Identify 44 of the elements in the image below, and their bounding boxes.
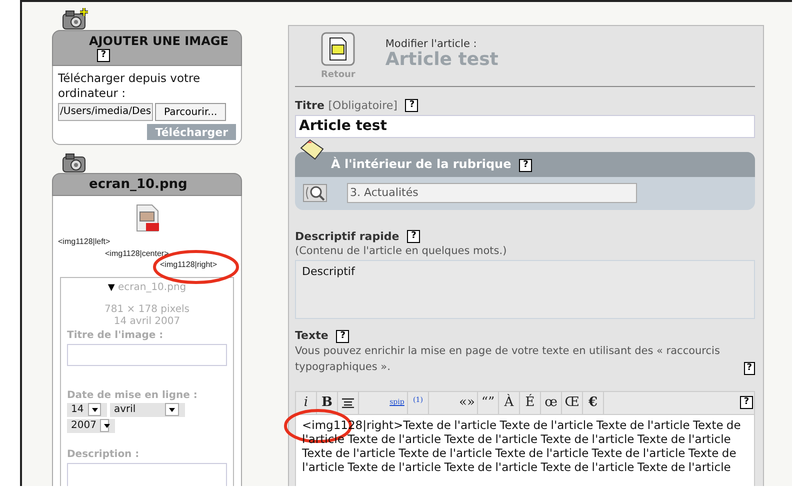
field-label: Descriptif rapide <box>295 230 400 243</box>
field-hint: Vous pouvez enrichir la mise en page de votre texte en utilisant des « raccourcis typographiques ». <box>295 344 721 375</box>
help-icon[interactable]: ? <box>744 362 755 375</box>
summary-field[interactable]: Descriptif <box>295 260 755 320</box>
toggle-arrow[interactable]: ▼ <box>108 282 115 293</box>
image-date: 14 avril 2007 <box>112 316 182 328</box>
help-icon[interactable]: ? <box>740 396 753 410</box>
format-button[interactable]: «» <box>457 392 478 414</box>
file-field[interactable]: /Users/imedia/Desl <box>58 103 153 122</box>
help-icon[interactable]: ? <box>336 330 350 343</box>
title-field[interactable]: Article test <box>295 115 755 138</box>
help-icon[interactable]: ? <box>519 158 532 172</box>
image-tag[interactable]: <img1128|right> <box>58 259 236 271</box>
folder-icon <box>299 139 325 162</box>
day-select[interactable]: 14 <box>67 402 107 417</box>
field-label: Titre de l'image : <box>67 330 164 341</box>
field-label: Titre [Obligatoire] <box>295 99 398 112</box>
help-icon[interactable]: ? <box>405 99 418 112</box>
section-title: À l'intérieur de la rubrique <box>331 157 512 172</box>
field-label: Texte <box>295 329 328 342</box>
field-label: Description : <box>67 448 140 460</box>
field-label: Date de mise en ligne : <box>67 390 198 401</box>
page-subtitle: Modifier l'article : <box>385 38 478 50</box>
card-title: ecran_10.png <box>89 177 188 192</box>
browse-button[interactable]: Parcourir... <box>155 103 226 122</box>
image-tag[interactable]: <img1128|center> <box>58 248 236 260</box>
file-name: ecran_10.png <box>118 282 186 293</box>
search-icon[interactable] <box>303 184 327 202</box>
section-field[interactable]: 3. Actualités <box>347 182 637 203</box>
year-select[interactable]: 2007 <box>67 418 115 433</box>
help-icon[interactable]: ? <box>407 230 420 244</box>
input-field[interactable] <box>67 344 227 366</box>
upload-label: Télécharger depuis votre ordinateur : <box>58 71 202 102</box>
image-dimensions: 781 × 178 pixels <box>104 304 190 316</box>
month-select[interactable]: avril <box>110 402 185 417</box>
format-button[interactable]: Œ <box>562 392 583 414</box>
align-icon <box>342 398 354 408</box>
page-title: Article test <box>385 50 498 70</box>
field-hint: (Contenu de l'article en quelques mots.) <box>295 244 508 260</box>
image-tag[interactable]: <img1128|left> <box>58 236 236 248</box>
card-title: AJOUTER UNE IMAGE <box>89 34 228 48</box>
help-icon[interactable]: ? <box>97 49 110 62</box>
image-file-icon <box>134 204 160 232</box>
document-icon <box>321 32 356 66</box>
